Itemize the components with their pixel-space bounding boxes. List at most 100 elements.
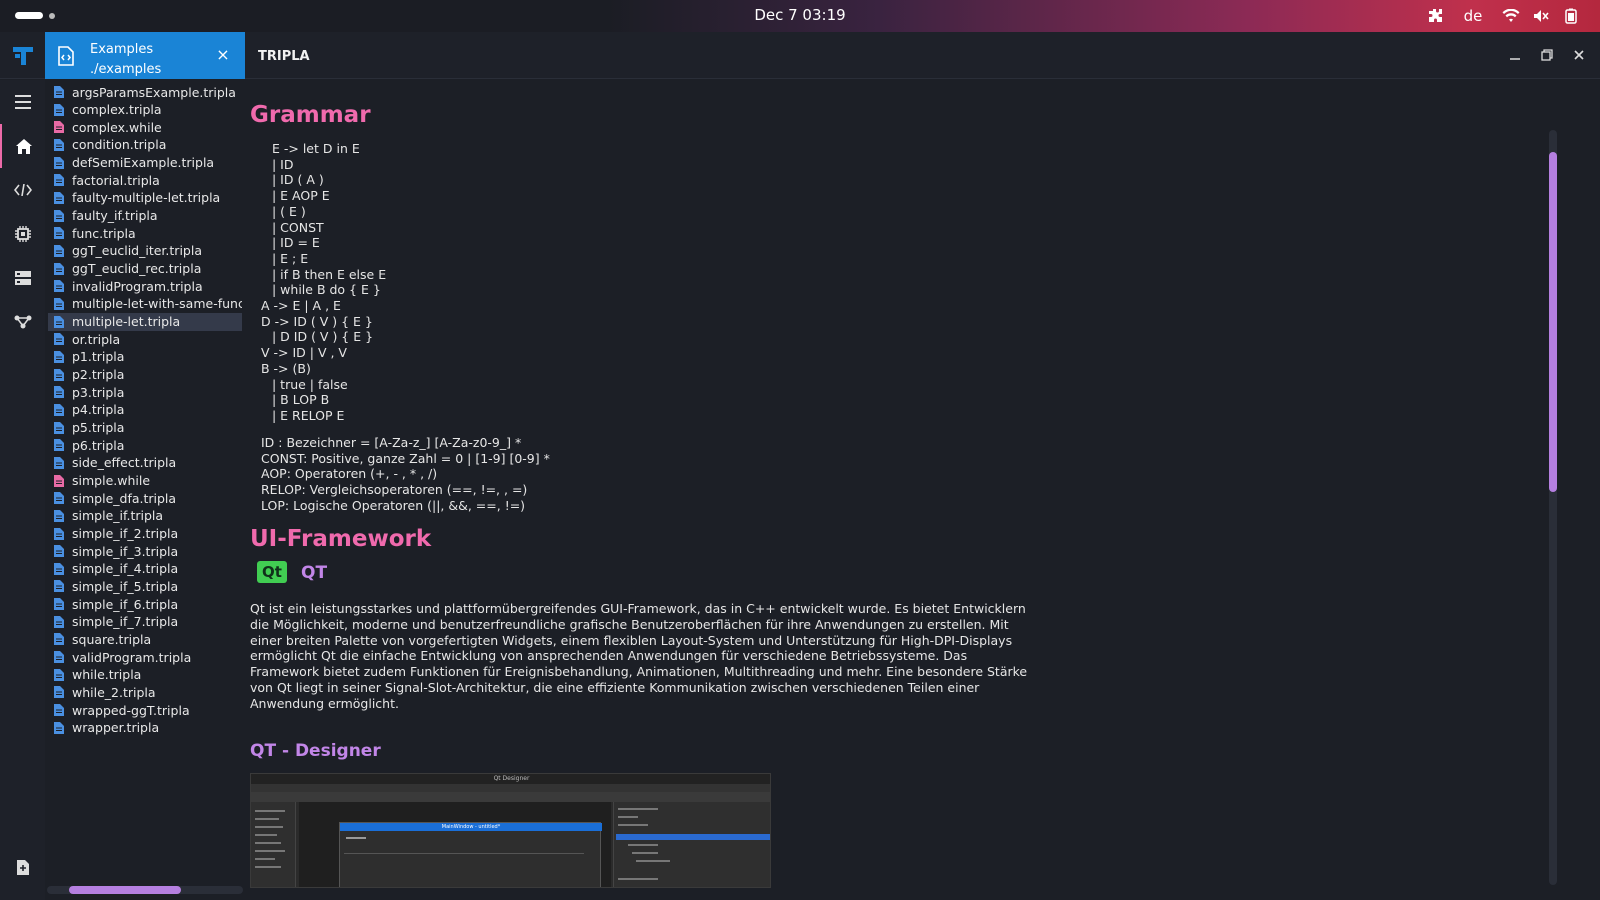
file-icon bbox=[51, 119, 67, 135]
file-tree-item[interactable]: condition.tripla bbox=[48, 136, 242, 154]
window-controls bbox=[1502, 44, 1592, 66]
file-tree-item[interactable]: simple_if_5.tripla bbox=[48, 577, 242, 595]
file-tree-item[interactable]: p1.tripla bbox=[48, 348, 242, 366]
file-tree-item[interactable]: p6.tripla bbox=[48, 436, 242, 454]
file-tree-item[interactable]: argsParamsExample.tripla bbox=[48, 83, 242, 101]
file-icon bbox=[51, 278, 67, 294]
file-tree-item[interactable]: ggT_euclid_iter.tripla bbox=[48, 242, 242, 260]
file-tree-item[interactable]: wrapper.tripla bbox=[48, 719, 242, 737]
title-bar: Examples ./examples × TRIPLA bbox=[0, 32, 1600, 79]
designer-selected-row bbox=[616, 834, 770, 840]
grammar-line: D -> ID ( V ) { E } bbox=[261, 313, 373, 329]
file-name: p1.tripla bbox=[72, 349, 125, 365]
file-name: simple_if_2.tripla bbox=[72, 526, 179, 541]
tripla-logo-icon[interactable] bbox=[0, 32, 45, 79]
file-tree-item[interactable]: ggT_euclid_rec.tripla bbox=[48, 260, 242, 278]
file-tree-item[interactable]: or.tripla bbox=[48, 330, 242, 348]
file-tree-item[interactable]: faulty-multiple-let.tripla bbox=[48, 189, 242, 207]
grammar-line: | ( E ) bbox=[272, 203, 306, 219]
definition-line: RELOP: Vergleichsoperatoren (==, !=, , =… bbox=[261, 482, 528, 498]
close-window-button[interactable] bbox=[1566, 44, 1592, 66]
file-tree-item[interactable]: complex.tripla bbox=[48, 101, 242, 119]
file-icon bbox=[51, 172, 67, 188]
file-icon bbox=[51, 684, 67, 700]
file-icon bbox=[51, 437, 67, 453]
scrollbar-thumb[interactable] bbox=[69, 886, 181, 894]
file-tree-item[interactable]: faulty_if.tripla bbox=[48, 207, 242, 225]
file-icon bbox=[51, 84, 67, 100]
file-tree-item[interactable]: simple_if_7.tripla bbox=[48, 613, 242, 631]
file-tree-item[interactable]: simple.while bbox=[48, 472, 242, 490]
file-tree-item[interactable]: simple_if_6.tripla bbox=[48, 595, 242, 613]
file-tree-scrollbar[interactable] bbox=[47, 886, 243, 894]
file-icon bbox=[51, 137, 67, 153]
file-tree-item[interactable]: complex.while bbox=[48, 118, 242, 136]
grammar-line: | E ; E bbox=[272, 250, 309, 266]
grammar-line: | while B do { E } bbox=[272, 282, 381, 298]
file-name: while_2.tripla bbox=[72, 684, 156, 700]
file-tree-item[interactable]: p4.tripla bbox=[48, 401, 242, 419]
file-name: p3.tripla bbox=[72, 384, 125, 400]
content-scrollbar[interactable] bbox=[1549, 130, 1557, 885]
file-tree-item[interactable]: while_2.tripla bbox=[48, 683, 242, 701]
designer-form: MainWindow - untitled* bbox=[339, 822, 602, 887]
file-name: side_effect.tripla bbox=[72, 455, 177, 471]
keyboard-language[interactable]: de bbox=[1450, 5, 1496, 27]
grammar-line: E -> let D in E bbox=[272, 141, 360, 156]
system-tray[interactable]: de bbox=[1420, 5, 1586, 27]
definition-line: CONST: Positive, ganze Zahl = 0 | [1-9] … bbox=[261, 450, 550, 466]
content-scrollbar-thumb[interactable] bbox=[1549, 152, 1557, 492]
tab-examples[interactable]: Examples ./examples × bbox=[45, 32, 245, 79]
file-tree-item[interactable]: p5.tripla bbox=[48, 419, 242, 437]
maximize-button[interactable] bbox=[1534, 44, 1560, 66]
storage-icon[interactable] bbox=[0, 256, 45, 300]
grammar-line: | CONST bbox=[272, 219, 324, 235]
file-tree-item[interactable]: wrapped-ggT.tripla bbox=[48, 701, 242, 719]
file-tree-item[interactable]: simple_if_4.tripla bbox=[48, 560, 242, 578]
designer-menu-bar bbox=[251, 784, 770, 792]
file-tree-item[interactable]: simple_if_2.tripla bbox=[48, 525, 242, 543]
grammar-line: V -> ID | V , V bbox=[261, 345, 347, 361]
code-file-icon bbox=[57, 46, 75, 70]
graph-icon[interactable] bbox=[0, 300, 45, 344]
file-tree-item[interactable]: side_effect.tripla bbox=[48, 454, 242, 472]
wifi-icon[interactable] bbox=[1496, 5, 1526, 27]
volume-muted-icon[interactable] bbox=[1526, 5, 1556, 27]
home-icon[interactable] bbox=[0, 124, 45, 168]
file-tree-item[interactable]: validProgram.tripla bbox=[48, 648, 242, 666]
file-tree-item[interactable]: square.tripla bbox=[48, 630, 242, 648]
file-tree-item[interactable]: simple_if.tripla bbox=[48, 507, 242, 525]
code-icon[interactable] bbox=[0, 168, 45, 212]
chip-icon[interactable] bbox=[0, 212, 45, 256]
file-icon bbox=[51, 190, 67, 206]
file-tree-item[interactable]: func.tripla bbox=[48, 224, 242, 242]
file-tree-item[interactable]: factorial.tripla bbox=[48, 171, 242, 189]
puzzle-icon[interactable] bbox=[1420, 5, 1450, 27]
file-tree-item[interactable]: p3.tripla bbox=[48, 383, 242, 401]
hamburger-menu-icon[interactable] bbox=[0, 80, 45, 124]
minimize-button[interactable] bbox=[1502, 44, 1528, 66]
file-tree-item[interactable]: invalidProgram.tripla bbox=[48, 277, 242, 295]
file-name: condition.tripla bbox=[72, 137, 167, 153]
file-name: faulty_if.tripla bbox=[72, 208, 158, 224]
file-tree-item[interactable]: multiple-let-with-same-func-r bbox=[48, 295, 242, 313]
designer-widget-box bbox=[251, 802, 296, 887]
battery-icon[interactable] bbox=[1556, 5, 1586, 27]
file-tree-item[interactable]: simple_dfa.tripla bbox=[48, 489, 242, 507]
new-file-icon[interactable] bbox=[0, 845, 45, 889]
system-top-bar: Dec 7 03:19 de bbox=[0, 0, 1600, 32]
file-icon bbox=[51, 225, 67, 241]
system-clock[interactable]: Dec 7 03:19 bbox=[0, 6, 1600, 24]
grammar-line: | ID bbox=[272, 156, 294, 172]
file-icon bbox=[51, 614, 67, 630]
file-tree-item[interactable]: p2.tripla bbox=[48, 366, 242, 384]
file-tree-item[interactable]: defSemiExample.tripla bbox=[48, 154, 242, 172]
file-name: multiple-let-with-same-func-r bbox=[72, 296, 242, 312]
file-tree-item[interactable]: multiple-let.tripla bbox=[48, 312, 242, 331]
file-tree-item[interactable]: simple_if_3.tripla bbox=[48, 542, 242, 560]
file-name: simple_if_3.tripla bbox=[72, 543, 179, 559]
file-tree-item[interactable]: while.tripla bbox=[48, 666, 242, 684]
file-icon bbox=[51, 490, 67, 506]
file-icon bbox=[51, 384, 67, 400]
close-tab-button[interactable]: × bbox=[213, 45, 233, 65]
